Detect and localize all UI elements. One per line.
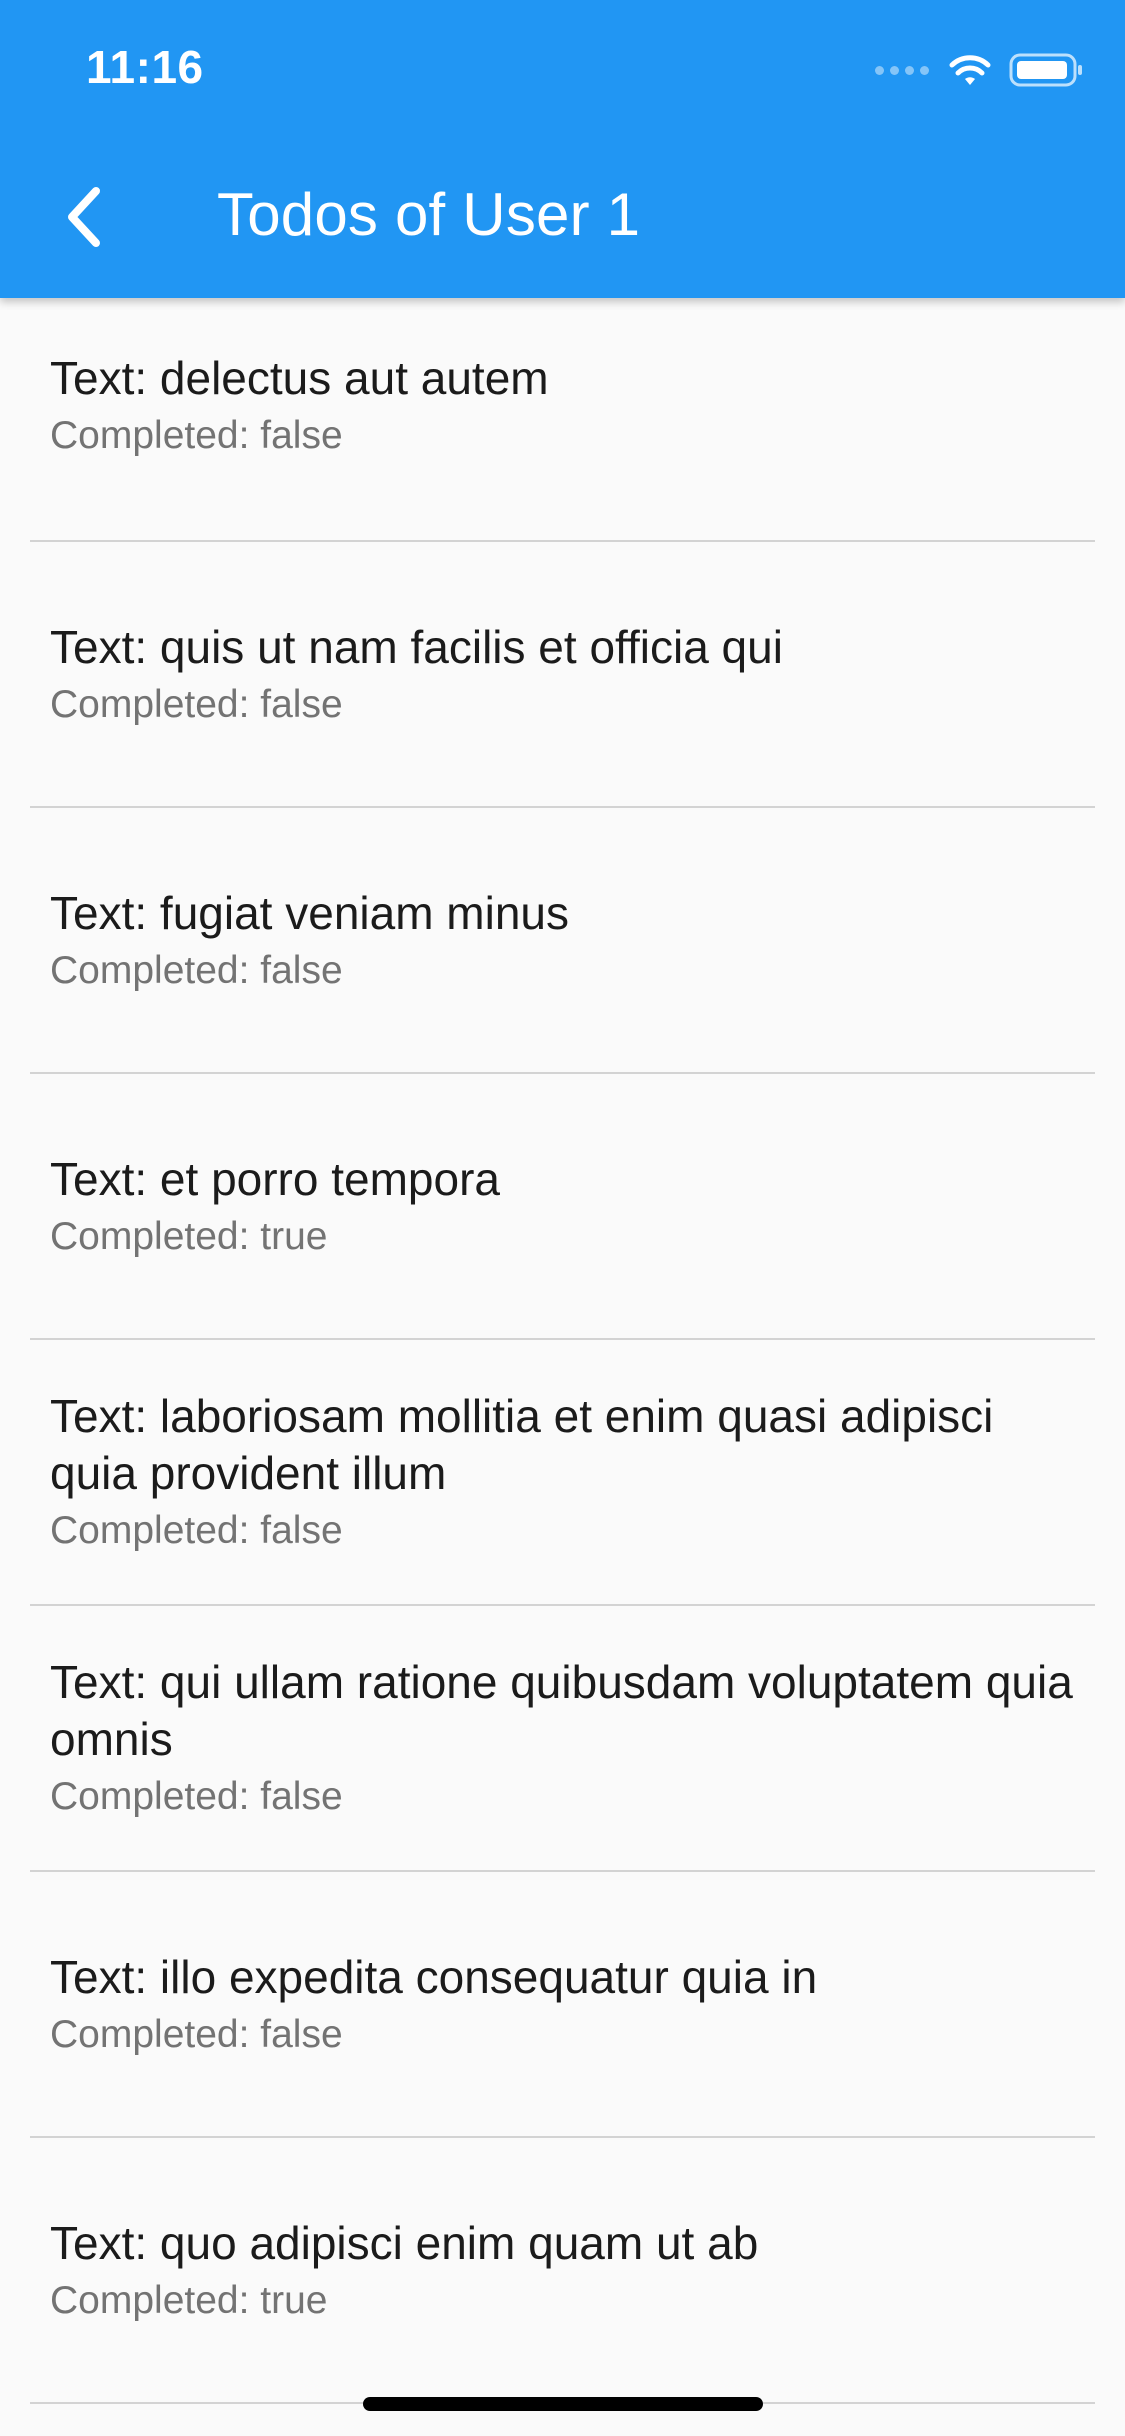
status-time: 11:16	[86, 41, 204, 93]
todo-text: Text: illo expedita consequatur quia in	[50, 1950, 818, 2003]
todo-list-item[interactable]: Text: illo expedita consequatur quia in …	[0, 1872, 1125, 2136]
todo-completed-status: Completed: false	[50, 948, 343, 992]
todo-text: Text: delectus aut autem	[50, 352, 549, 404]
todo-completed-status: Completed: false	[50, 414, 343, 457]
wifi-icon	[949, 55, 991, 85]
todo-list: Text: delectus aut autem Completed: fals…	[0, 298, 1125, 2404]
battery-icon	[1009, 53, 1082, 87]
todo-list-item[interactable]: Text: quo adipisci enim quam ut ab Compl…	[0, 2138, 1125, 2402]
todo-text: Text: quo adipisci enim quam ut ab	[50, 2216, 759, 2269]
page-title: Todos of User 1	[217, 181, 641, 248]
back-button[interactable]	[46, 172, 122, 262]
todo-completed-status: Completed: false	[50, 2012, 343, 2056]
todos-screen: 11:16 Todos of User 1 Text: delectus aut…	[0, 0, 1125, 2436]
todo-list-item[interactable]: Text: delectus aut autem Completed: fals…	[0, 298, 1125, 540]
todo-text: Text: quis ut nam facilis et officia qui	[50, 620, 783, 673]
todo-completed-status: Completed: true	[50, 2278, 328, 2322]
todo-list-item[interactable]: Text: laboriosam mollitia et enim quasi …	[0, 1340, 1125, 1604]
chevron-left-icon	[68, 187, 100, 247]
app-bar: 11:16 Todos of User 1	[0, 0, 1125, 298]
todo-completed-status: Completed: false	[50, 1775, 343, 1818]
status-icons	[875, 50, 1083, 90]
todo-list-item[interactable]: Text: fugiat veniam minus Completed: fal…	[0, 808, 1125, 1072]
todo-text: Text: fugiat veniam minus	[50, 886, 570, 939]
todo-completed-status: Completed: false	[50, 682, 343, 726]
home-indicator	[363, 2397, 763, 2411]
cellular-signal-icon	[875, 65, 929, 75]
todo-text: Text: qui ullam ratione quibusdam volupt…	[50, 1656, 1073, 1765]
todo-list-item[interactable]: Text: qui ullam ratione quibusdam volupt…	[0, 1606, 1125, 1870]
todo-completed-status: Completed: true	[50, 1214, 328, 1258]
todo-text: Text: et porro tempora	[50, 1152, 500, 1205]
todo-list-item[interactable]: Text: et porro tempora Completed: true	[0, 1074, 1125, 1338]
todo-list-item[interactable]: Text: quis ut nam facilis et officia qui…	[0, 542, 1125, 806]
todo-completed-status: Completed: false	[50, 1509, 343, 1552]
todo-text: Text: laboriosam mollitia et enim quasi …	[50, 1390, 994, 1499]
